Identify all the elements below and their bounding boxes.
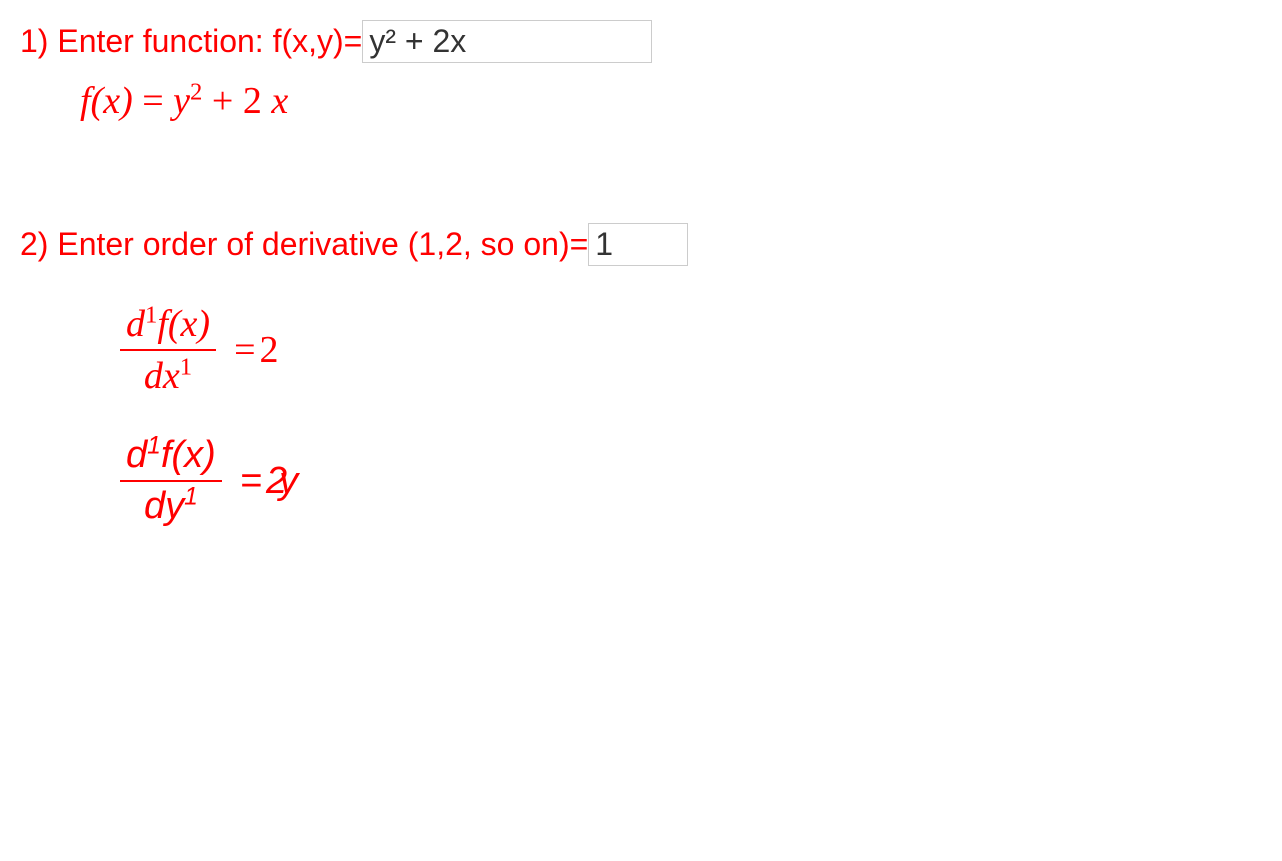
fx-exp: 2 (190, 78, 202, 105)
dx-eq: = (234, 328, 255, 372)
dy-num-d: d (126, 434, 147, 476)
function-input[interactable] (362, 20, 652, 63)
order-input[interactable] (588, 223, 688, 266)
derivative-x-fraction: d1f(x) dx1 (120, 302, 216, 398)
dy-eq: = (240, 460, 262, 503)
dx-result: 2 (260, 328, 279, 372)
derivative-x-row: d1f(x) dx1 = 2 (120, 302, 1262, 398)
dx-den-d: dx (144, 355, 180, 397)
function-display: f(x) = y2 + 2 x (80, 79, 1262, 123)
fx-y: y (173, 80, 190, 122)
fx-eq: = (133, 80, 173, 122)
fx-lhs: f(x) (80, 80, 133, 122)
dx-num-f: f(x) (157, 303, 210, 345)
dy-result-var: y (279, 460, 298, 503)
function-prompt-row: 1) Enter function: f(x,y)= (20, 20, 1262, 63)
fx-plus: + 2 (202, 80, 271, 122)
order-prompt-label: 2) Enter order of derivative (1,2, so on… (20, 226, 588, 263)
dx-den-exp: 1 (180, 353, 192, 380)
function-prompt-label: 1) Enter function: f(x,y)= (20, 23, 362, 60)
derivative-y-fraction: d1f(x) dy1 (120, 434, 222, 528)
derivative-y-row: d1f(x) dy1 = 2 y (120, 434, 1262, 528)
fx-x: x (271, 80, 288, 122)
dx-num-exp: 1 (145, 301, 157, 328)
dx-num-d: d (126, 303, 145, 345)
dy-den-exp: 1 (184, 483, 198, 510)
order-prompt-row: 2) Enter order of derivative (1,2, so on… (20, 223, 1262, 266)
dy-num-exp: 1 (147, 432, 161, 459)
dy-num-f: f(x) (161, 434, 216, 476)
dy-den-d: dy (144, 485, 184, 527)
